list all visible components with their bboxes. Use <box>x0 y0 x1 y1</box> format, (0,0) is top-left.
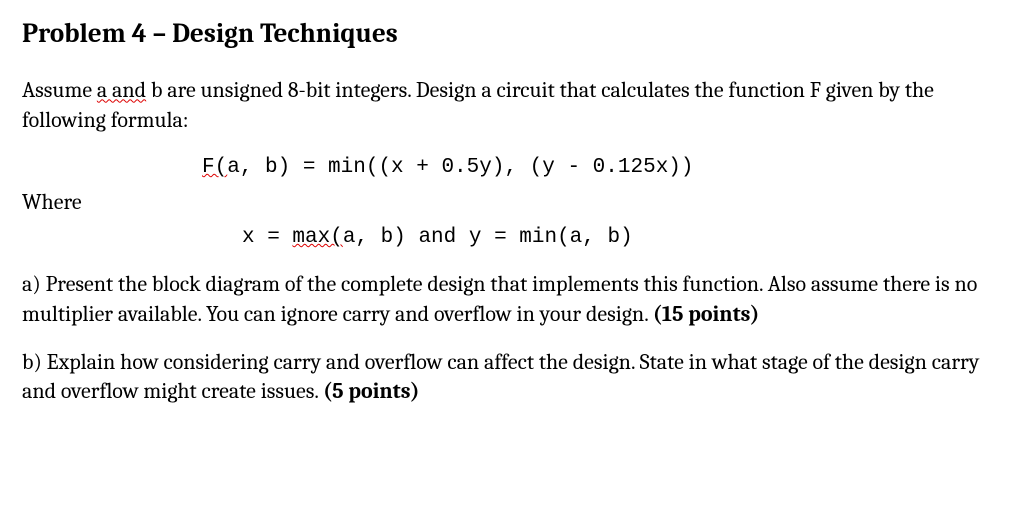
formula-xy: x = max(a, b) and y = min(a, b) <box>22 224 1003 252</box>
problem-title: Problem 4 – Design Techniques <box>22 18 1003 50</box>
part-a: a) Present the block diagram of the comp… <box>22 270 1003 329</box>
part-a-points: (15 points) <box>653 301 759 327</box>
formula-f: F(a, b) = min((x + 0.5y), (y - 0.125x)) <box>22 154 1003 182</box>
intro-spellcheck: a and <box>97 77 146 103</box>
intro-text-1: Assume <box>22 77 97 103</box>
formula-f-rest: a, b) = min((x + 0.5y), (y - 0.125x)) <box>227 156 693 179</box>
formula-block: F(a, b) = min((x + 0.5y), (y - 0.125x)) … <box>22 154 1003 252</box>
part-b: b) Explain how considering carry and ove… <box>22 348 1003 407</box>
formula-xy-spell: max( <box>292 226 342 249</box>
part-a-text: a) Present the block diagram of the comp… <box>22 271 977 327</box>
formula-xy-rest: a, b) and y = min(a, b) <box>343 226 633 249</box>
intro-paragraph: Assume a and b are unsigned 8-bit intege… <box>22 76 1003 135</box>
formula-xy-pre: x = <box>242 226 292 249</box>
part-b-points: (5 points) <box>323 378 419 404</box>
part-b-text: b) Explain how considering carry and ove… <box>22 349 979 405</box>
intro-text-2: b are unsigned 8-bit integers. Design a … <box>22 77 934 133</box>
where-label: Where <box>22 188 1003 218</box>
formula-f-spell: F( <box>202 156 227 179</box>
